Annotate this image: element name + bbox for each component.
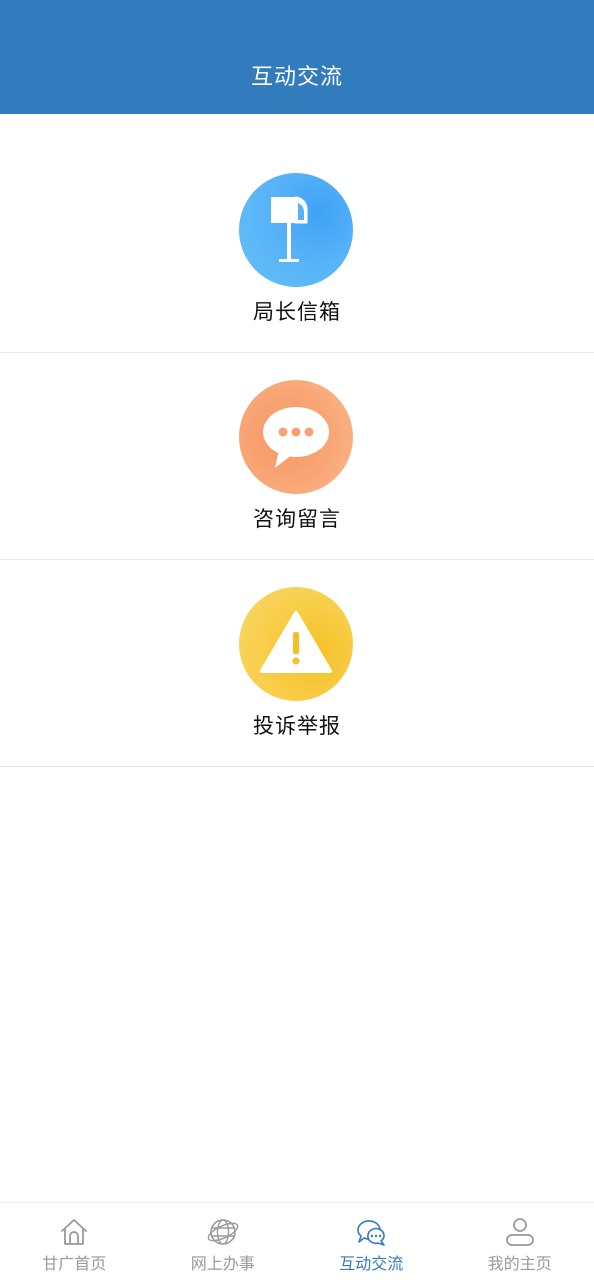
tab-label: 网上办事 — [190, 1254, 255, 1273]
app-screen: 互动交流 局长信箱 咨询留言 投诉举报 甘广首页 网上办事 互动交流 我的主页 — [0, 0, 594, 1280]
mailbox-icon — [239, 173, 353, 287]
menu-item-consult-message[interactable]: 咨询留言 — [0, 353, 594, 560]
menu-item-label: 咨询留言 — [253, 507, 341, 531]
menu-item-label: 局长信箱 — [253, 300, 341, 324]
globe-icon — [206, 1215, 240, 1249]
menu-item-complaint-report[interactable]: 投诉举报 — [0, 560, 594, 767]
header-bar: 互动交流 — [0, 0, 594, 114]
chat-bubble-icon — [239, 380, 353, 494]
user-icon — [503, 1215, 537, 1249]
chat-icon — [354, 1215, 388, 1249]
service-menu: 局长信箱 咨询留言 投诉举报 — [0, 146, 594, 767]
home-icon — [57, 1215, 91, 1249]
menu-item-director-mailbox[interactable]: 局长信箱 — [0, 146, 594, 353]
tab-my-profile[interactable]: 我的主页 — [446, 1203, 594, 1280]
page-title: 互动交流 — [250, 65, 343, 90]
tab-label: 互动交流 — [339, 1254, 404, 1273]
tab-label: 我的主页 — [487, 1254, 552, 1273]
tab-online-services[interactable]: 网上办事 — [149, 1203, 298, 1280]
warning-icon — [239, 587, 353, 701]
tab-interaction[interactable]: 互动交流 — [297, 1203, 446, 1280]
menu-item-label: 投诉举报 — [253, 714, 341, 738]
bottom-tab-bar: 甘广首页 网上办事 互动交流 我的主页 — [0, 1202, 594, 1280]
tab-label: 甘广首页 — [42, 1254, 107, 1273]
tab-home[interactable]: 甘广首页 — [0, 1203, 149, 1280]
